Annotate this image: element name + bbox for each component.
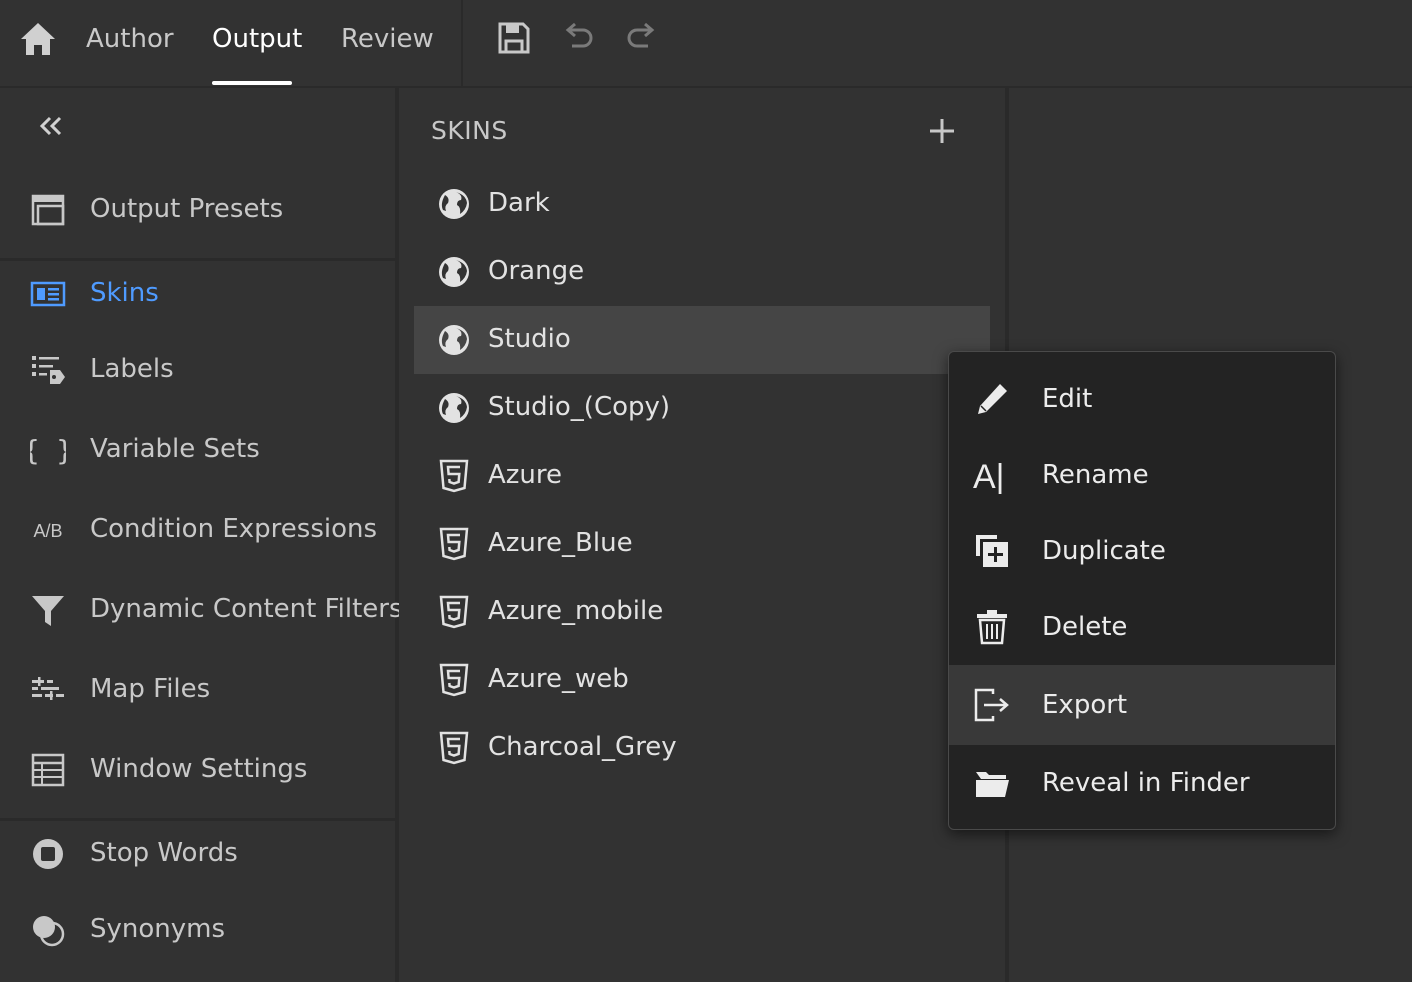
folder-icon <box>976 772 1009 797</box>
html5-icon <box>439 527 469 561</box>
sidebar-item-label: Window Settings <box>90 754 308 784</box>
map-files-icon <box>32 677 64 700</box>
skins-icon <box>30 281 66 307</box>
skin-item-azure-mobile[interactable]: Azure_mobile <box>414 578 990 646</box>
menu-item-label: Delete <box>1042 612 1128 642</box>
menu-item-export[interactable]: Export <box>949 665 1335 745</box>
menu-item-label: Reveal in Finder <box>1042 768 1250 798</box>
sidebar-item-skins[interactable]: Skins <box>0 264 395 324</box>
skins-panel-title: SKINS <box>431 116 508 145</box>
sidebar-item-synonyms[interactable]: Synonyms <box>0 900 395 960</box>
stop-words-icon <box>33 839 63 869</box>
sidebar-divider <box>0 818 395 821</box>
html5-icon <box>439 663 469 697</box>
window-settings-icon <box>31 753 65 787</box>
globe-icon <box>439 393 469 423</box>
globe-icon <box>439 189 469 219</box>
rename-icon: A| <box>973 458 1005 494</box>
svg-text:A|: A| <box>973 458 1005 494</box>
menu-item-label: Export <box>1042 690 1128 720</box>
export-icon <box>974 688 1009 722</box>
active-tab-indicator <box>212 81 292 85</box>
sidebar-item-label: Map Files <box>90 674 211 704</box>
html5-icon <box>439 731 469 765</box>
menu-item-delete[interactable]: Delete <box>949 589 1335 665</box>
sidebar-item-label: Dynamic Content Filters <box>90 594 403 624</box>
menu-item-duplicate[interactable]: Duplicate <box>949 513 1335 589</box>
svg-text:A/B: A/B <box>33 521 62 541</box>
sidebar-item-label: Condition Expressions <box>90 514 378 544</box>
globe-icon <box>439 325 469 355</box>
skin-item-label: Orange <box>488 256 585 286</box>
sidebar-divider <box>0 258 395 261</box>
tab-review[interactable]: Review <box>341 22 434 56</box>
skin-item-azure-blue[interactable]: Azure_Blue <box>414 510 990 578</box>
sidebar-item-labels[interactable]: Labels <box>0 340 395 400</box>
sidebar-item-stop-words[interactable]: Stop Words <box>0 824 395 884</box>
trash-icon <box>977 610 1007 645</box>
skin-item-label: Studio_(Copy) <box>488 392 671 422</box>
skins-panel: SKINS Dark Orange Studio Studio_(Copy) A… <box>399 88 1009 982</box>
html5-icon <box>439 459 469 493</box>
home-icon[interactable] <box>18 20 58 58</box>
sidebar-item-condition-expressions[interactable]: A/B Condition Expressions <box>0 500 395 560</box>
skin-item-label: Azure_Blue <box>488 528 633 558</box>
menu-item-label: Rename <box>1042 460 1149 490</box>
top-bar: Author Output Review <box>0 0 1412 88</box>
sidebar-item-label: Variable Sets <box>90 434 260 464</box>
svg-text:{ }: { } <box>30 434 66 467</box>
filter-icon <box>32 596 64 626</box>
output-sidebar: Output Presets Skins Labels { } Variable… <box>0 88 403 982</box>
toolbar-divider <box>461 0 463 86</box>
menu-item-reveal-in-finder[interactable]: Reveal in Finder <box>949 745 1335 821</box>
save-icon[interactable] <box>496 20 532 56</box>
skin-item-charcoal-grey[interactable]: Charcoal_Grey <box>414 714 990 782</box>
menu-item-label: Duplicate <box>1042 536 1166 566</box>
ab-icon: A/B <box>33 521 62 541</box>
skin-item-orange[interactable]: Orange <box>414 238 990 306</box>
sidebar-item-dynamic-content-filters[interactable]: Dynamic Content Filters <box>0 580 403 640</box>
redo-icon[interactable] <box>624 20 660 56</box>
tab-output[interactable]: Output <box>212 22 302 56</box>
skin-item-label: Studio <box>488 324 571 354</box>
skin-context-menu: Edit A| Rename Duplicate Delete Export R… <box>948 351 1336 830</box>
sidebar-item-map-files[interactable]: Map Files <box>0 660 395 720</box>
skin-item-azure-web[interactable]: Azure_web <box>414 646 990 714</box>
tab-author[interactable]: Author <box>86 22 174 56</box>
sidebar-item-label: Synonyms <box>90 914 226 944</box>
skin-item-azure[interactable]: Azure <box>414 442 990 510</box>
skin-item-dark[interactable]: Dark <box>414 170 990 238</box>
skin-item-label: Azure_mobile <box>488 596 664 626</box>
sidebar-item-label: Skins <box>90 278 159 308</box>
labels-icon <box>32 356 65 384</box>
html5-icon <box>439 595 469 629</box>
sidebar-item-variable-sets[interactable]: { } Variable Sets <box>0 420 395 480</box>
sidebar-item-label: Stop Words <box>90 838 238 868</box>
collapse-left-icon[interactable] <box>36 112 66 142</box>
sidebar-item-label: Labels <box>90 354 174 384</box>
braces-icon: { } <box>30 434 66 467</box>
skin-item-label: Azure <box>488 460 563 490</box>
skin-item-label: Dark <box>488 188 550 218</box>
duplicate-icon <box>976 535 1008 567</box>
synonyms-icon <box>33 916 65 947</box>
sidebar-item-output-presets[interactable]: Output Presets <box>0 180 395 240</box>
undo-icon[interactable] <box>560 20 596 56</box>
add-icon[interactable] <box>927 116 957 146</box>
pencil-icon <box>978 384 1007 414</box>
menu-item-rename[interactable]: A| Rename <box>949 437 1335 513</box>
skin-item-label: Azure_web <box>488 664 629 694</box>
menu-item-label: Edit <box>1042 384 1093 414</box>
sidebar-item-label: Output Presets <box>90 194 284 224</box>
output-presets-icon <box>31 194 65 226</box>
sidebar-item-window-settings[interactable]: Window Settings <box>0 740 395 800</box>
globe-icon <box>439 257 469 287</box>
skin-item-label: Charcoal_Grey <box>488 732 677 762</box>
skin-item-studio[interactable]: Studio <box>414 306 990 374</box>
menu-item-edit[interactable]: Edit <box>949 361 1335 437</box>
skin-item-studio-copy[interactable]: Studio_(Copy) <box>414 374 990 442</box>
